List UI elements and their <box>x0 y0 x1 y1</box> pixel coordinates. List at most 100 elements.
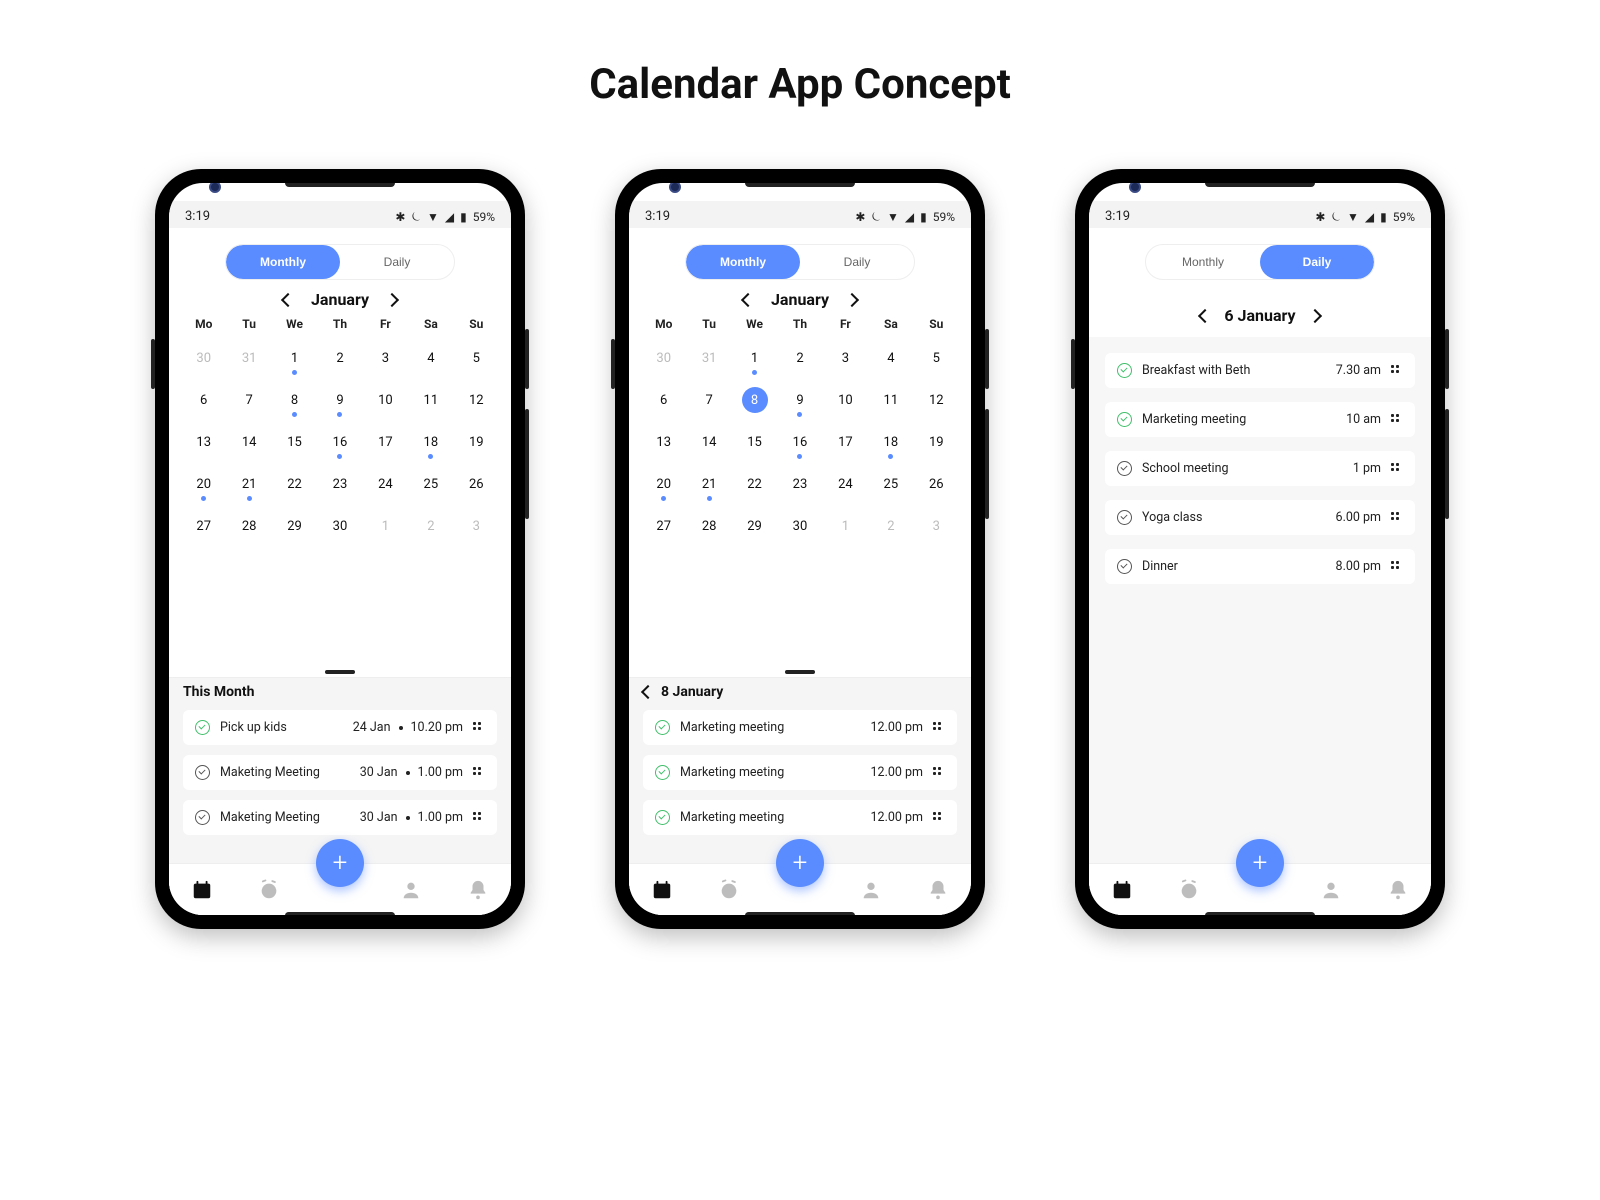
day-cell[interactable]: 11 <box>868 379 913 421</box>
day-cell[interactable]: 3 <box>363 337 408 379</box>
drag-handle[interactable] <box>785 670 815 674</box>
day-cell[interactable]: 7 <box>226 379 271 421</box>
day-cell[interactable]: 1 <box>363 505 408 547</box>
day-cell[interactable]: 1 <box>823 505 868 547</box>
day-cell[interactable]: 22 <box>732 463 777 505</box>
nav-profile-icon[interactable] <box>860 879 882 901</box>
drag-grip-icon[interactable] <box>473 722 485 734</box>
day-cell[interactable]: 9 <box>777 379 822 421</box>
nav-profile-icon[interactable] <box>1320 879 1342 901</box>
event-row[interactable]: Marketing meeting12.00 pm <box>643 800 957 835</box>
day-cell[interactable]: 19 <box>454 421 499 463</box>
day-cell[interactable]: 25 <box>408 463 453 505</box>
day-cell[interactable]: 1 <box>272 337 317 379</box>
day-cell[interactable]: 17 <box>823 421 868 463</box>
nav-clock-icon[interactable] <box>1178 879 1200 901</box>
day-cell[interactable]: 22 <box>272 463 317 505</box>
day-cell[interactable]: 25 <box>868 463 913 505</box>
day-cell[interactable]: 18 <box>408 421 453 463</box>
prev-month-button[interactable] <box>741 292 755 306</box>
event-row[interactable]: School meeting1 pm <box>1105 451 1415 486</box>
nav-bell-icon[interactable] <box>1387 879 1409 901</box>
day-cell[interactable]: 18 <box>868 421 913 463</box>
day-cell[interactable]: 24 <box>823 463 868 505</box>
day-cell[interactable]: 11 <box>408 379 453 421</box>
day-cell[interactable]: 26 <box>454 463 499 505</box>
back-icon[interactable] <box>641 685 655 699</box>
day-cell[interactable]: 17 <box>363 421 408 463</box>
day-cell[interactable]: 24 <box>363 463 408 505</box>
event-row[interactable]: Breakfast with Beth7.30 am <box>1105 353 1415 388</box>
drag-grip-icon[interactable] <box>473 812 485 824</box>
day-cell[interactable]: 28 <box>226 505 271 547</box>
day-cell[interactable]: 5 <box>914 337 959 379</box>
day-cell[interactable]: 16 <box>317 421 362 463</box>
event-row[interactable]: Marketing meeting12.00 pm <box>643 755 957 790</box>
day-cell[interactable]: 12 <box>914 379 959 421</box>
drag-grip-icon[interactable] <box>1391 561 1403 573</box>
tab-monthly[interactable]: Monthly <box>226 245 340 279</box>
day-cell[interactable]: 27 <box>181 505 226 547</box>
prev-month-button[interactable] <box>281 292 295 306</box>
tab-daily[interactable]: Daily <box>1260 245 1374 279</box>
prev-day-button[interactable] <box>1198 308 1212 322</box>
drag-grip-icon[interactable] <box>473 767 485 779</box>
day-cell[interactable]: 30 <box>181 337 226 379</box>
drag-grip-icon[interactable] <box>1391 463 1403 475</box>
nav-calendar-icon[interactable] <box>651 879 673 901</box>
drag-grip-icon[interactable] <box>933 767 945 779</box>
drag-grip-icon[interactable] <box>1391 414 1403 426</box>
nav-calendar-icon[interactable] <box>1111 879 1133 901</box>
nav-clock-icon[interactable] <box>258 879 280 901</box>
day-cell[interactable]: 26 <box>914 463 959 505</box>
tab-daily[interactable]: Daily <box>340 245 454 279</box>
nav-bell-icon[interactable] <box>927 879 949 901</box>
day-cell[interactable]: 27 <box>641 505 686 547</box>
day-cell[interactable]: 3 <box>823 337 868 379</box>
day-cell[interactable]: 1 <box>732 337 777 379</box>
event-row[interactable]: Marketing meeting12.00 pm <box>643 710 957 745</box>
day-cell[interactable]: 29 <box>732 505 777 547</box>
drag-grip-icon[interactable] <box>933 812 945 824</box>
day-cell[interactable]: 8 <box>272 379 317 421</box>
nav-clock-icon[interactable] <box>718 879 740 901</box>
day-cell[interactable]: 15 <box>272 421 317 463</box>
add-event-button[interactable]: + <box>776 839 824 887</box>
day-cell[interactable]: 19 <box>914 421 959 463</box>
day-cell[interactable]: 2 <box>777 337 822 379</box>
tab-monthly[interactable]: Monthly <box>686 245 800 279</box>
day-cell[interactable]: 29 <box>272 505 317 547</box>
nav-profile-icon[interactable] <box>400 879 422 901</box>
day-cell[interactable]: 31 <box>686 337 731 379</box>
day-cell[interactable]: 20 <box>641 463 686 505</box>
day-cell[interactable]: 4 <box>868 337 913 379</box>
drag-grip-icon[interactable] <box>1391 365 1403 377</box>
day-cell[interactable]: 10 <box>823 379 868 421</box>
day-cell[interactable]: 2 <box>868 505 913 547</box>
day-cell[interactable]: 2 <box>408 505 453 547</box>
day-cell[interactable]: 21 <box>686 463 731 505</box>
day-cell[interactable]: 31 <box>226 337 271 379</box>
day-cell[interactable]: 6 <box>181 379 226 421</box>
day-cell[interactable]: 30 <box>641 337 686 379</box>
day-cell[interactable]: 13 <box>181 421 226 463</box>
next-day-button[interactable] <box>1308 308 1322 322</box>
event-row[interactable]: Yoga class6.00 pm <box>1105 500 1415 535</box>
day-cell[interactable]: 6 <box>641 379 686 421</box>
day-cell[interactable]: 3 <box>454 505 499 547</box>
event-row[interactable]: Maketing Meeting30 Jan1.00 pm <box>183 755 497 790</box>
day-cell[interactable]: 3 <box>914 505 959 547</box>
add-event-button[interactable]: + <box>316 839 364 887</box>
day-cell[interactable]: 14 <box>686 421 731 463</box>
day-cell[interactable]: 30 <box>777 505 822 547</box>
day-cell[interactable]: 23 <box>317 463 362 505</box>
next-month-button[interactable] <box>845 292 859 306</box>
drag-grip-icon[interactable] <box>1391 512 1403 524</box>
event-row[interactable]: Maketing Meeting30 Jan1.00 pm <box>183 800 497 835</box>
day-cell[interactable]: 21 <box>226 463 271 505</box>
day-cell[interactable]: 30 <box>317 505 362 547</box>
nav-calendar-icon[interactable] <box>191 879 213 901</box>
event-row[interactable]: Marketing meeting10 am <box>1105 402 1415 437</box>
day-cell[interactable]: 16 <box>777 421 822 463</box>
day-cell[interactable]: 8 <box>732 379 777 421</box>
